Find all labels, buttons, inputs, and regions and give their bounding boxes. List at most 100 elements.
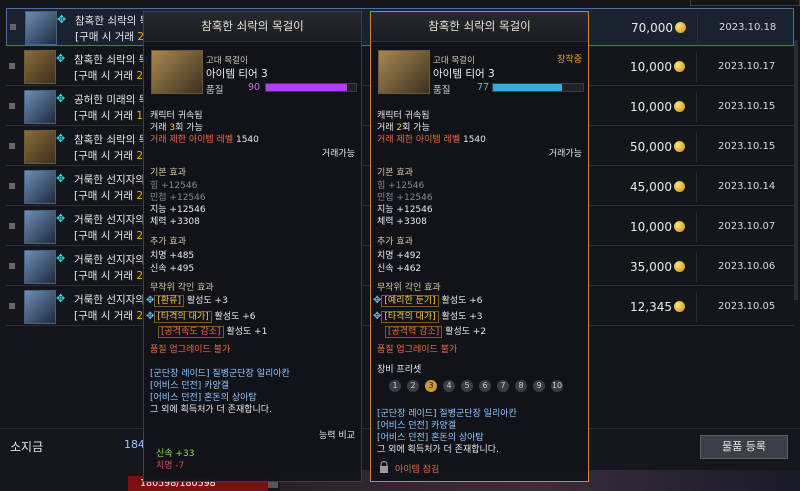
item-name: 거룩한 선지자의 <box>74 294 145 306</box>
gem-icon: ✥ <box>56 292 66 305</box>
gem-icon: ✥ <box>56 132 66 145</box>
item-icon <box>24 90 56 124</box>
engraving-2: ✥ [타격의 대가] 활성도 +3 <box>373 311 483 323</box>
base-effect-title: 기본 효과 <box>150 168 186 178</box>
item-type: 고대 목걸이 <box>206 56 248 66</box>
item-date: 2023.10.06 <box>718 261 776 272</box>
item-trade-info: [구매 시 거래 2호 <box>74 270 153 282</box>
no-upgrade-text: 품질 업그레이드 불가 <box>377 345 458 355</box>
checkbox[interactable]: ▪ <box>8 258 16 272</box>
preset-slot[interactable]: 9 <box>533 380 545 392</box>
item-tooltip-equipped: 참혹한 쇠락의 목걸이 장착중 고대 목걸이 아이템 티어 3 품질 77 캐릭… <box>370 11 589 482</box>
item-name: 참혹한 쇠락의 목 <box>74 54 149 66</box>
preset-slot[interactable]: 3 <box>425 380 437 392</box>
gold-coin-icon <box>674 61 685 72</box>
checkbox[interactable]: ▪ <box>8 58 16 72</box>
add-effect-swift: 신속 +495 <box>150 264 195 274</box>
preset-slot[interactable]: 5 <box>461 380 473 392</box>
engraving-1: ✥ [예리한 둔기] 활성도 +6 <box>373 295 483 307</box>
item-trade-info: [구매 시 거래 2호 <box>74 70 153 82</box>
item-name: 거룩한 선지자의 <box>74 214 145 226</box>
add-effect-swift: 신속 +462 <box>377 264 422 274</box>
gold-coin-icon <box>674 221 685 232</box>
add-effect-crit: 치명 +492 <box>377 251 422 261</box>
base-effect-vit: 체력 +3308 <box>150 217 200 227</box>
gold-coin-icon <box>674 141 685 152</box>
item-icon <box>24 250 56 284</box>
item-price: 35,000 <box>630 260 672 274</box>
item-name: 거룩한 선지자의 <box>74 174 145 186</box>
divider <box>697 13 698 43</box>
item-icon <box>24 50 56 84</box>
item-price: 70,000 <box>631 21 673 35</box>
checkbox[interactable]: ▪ <box>8 138 16 152</box>
preset-slot[interactable]: 7 <box>497 380 509 392</box>
quality-label: 품질 <box>433 85 451 96</box>
item-price: 50,000 <box>630 140 672 154</box>
tradeable-text: 거래가능 <box>548 149 582 159</box>
divider <box>696 52 697 82</box>
trade-level: 거래 제한 아이템 레벨 1540 <box>377 135 486 145</box>
engraving-2: ✥ [타격의 대가] 활성도 +6 <box>146 311 256 323</box>
add-effect-title: 추가 효과 <box>377 237 413 247</box>
item-price: 10,000 <box>630 60 672 74</box>
gem-icon: ✥ <box>56 92 66 105</box>
compare-crit: 치명 -7 <box>156 461 185 471</box>
quality-bar-fill <box>266 84 347 91</box>
base-effect-vit: 체력 +3308 <box>377 217 427 227</box>
item-trade-info: [구매 시 거래 2호 <box>74 150 153 162</box>
engraving-title: 무작위 각인 효과 <box>150 283 214 293</box>
lock-icon <box>380 461 388 473</box>
gold-coin-icon <box>674 261 685 272</box>
source-more: 그 외에 획득처가 더 존재합니다. <box>150 405 272 415</box>
preset-slot[interactable]: 4 <box>443 380 455 392</box>
no-upgrade-text: 품질 업그레이드 불가 <box>150 345 231 355</box>
preset-slot[interactable]: 1 <box>389 380 401 392</box>
necklace-icon <box>151 50 203 94</box>
item-price: 12,345 <box>630 300 672 314</box>
checkbox[interactable]: ▪ <box>8 298 16 312</box>
item-icon <box>25 11 57 45</box>
item-name: 공허한 미래의 목 <box>74 94 149 106</box>
item-name: 거룩한 선지자의 <box>74 254 145 266</box>
gem-icon: ✥ <box>56 252 66 265</box>
preset-slot[interactable]: 2 <box>407 380 419 392</box>
quality-bar <box>492 83 584 92</box>
checkbox[interactable]: ▪ <box>9 19 17 33</box>
item-date: 2023.10.14 <box>718 181 776 192</box>
checkbox[interactable]: ▪ <box>8 98 16 112</box>
item-date: 2023.10.15 <box>718 141 776 152</box>
preset-title: 장비 프리셋 <box>377 365 422 375</box>
divider <box>696 292 697 322</box>
add-effect-title: 추가 효과 <box>150 237 186 247</box>
quality-value: 77 <box>477 82 490 93</box>
quality-label: 품질 <box>206 85 224 96</box>
preset-list: 1 2 3 4 5 6 7 8 9 10 <box>389 380 569 392</box>
item-price: 10,000 <box>630 220 672 234</box>
quality-bar-fill <box>493 84 563 91</box>
equipped-badge: 장착중 <box>557 55 582 65</box>
gold-coin-icon <box>674 301 685 312</box>
tooltip-title: 참혹한 쇠락의 목걸이 <box>144 12 361 42</box>
gold-coin-icon <box>675 22 686 33</box>
item-name: 참혹한 쇠락의 목 <box>74 134 149 146</box>
item-date: 2023.10.07 <box>718 221 776 232</box>
compare-label: 능력 비교 <box>319 431 355 441</box>
item-date: 2023.10.05 <box>718 301 776 312</box>
add-effect-crit: 치명 +485 <box>150 251 195 261</box>
register-item-button[interactable]: 물품 등록 <box>700 435 788 459</box>
engraving-1: ✥ [환류] 활성도 +3 <box>146 295 228 307</box>
item-icon <box>24 130 56 164</box>
source-more: 그 외에 획득처가 더 존재합니다. <box>377 445 499 455</box>
preset-slot[interactable]: 8 <box>515 380 527 392</box>
item-price: 45,000 <box>630 180 672 194</box>
checkbox[interactable]: ▪ <box>8 218 16 232</box>
preset-slot[interactable]: 6 <box>479 380 491 392</box>
item-tooltip-hovered: 참혹한 쇠락의 목걸이 고대 목걸이 아이템 티어 3 품질 90 캐릭터 귀속… <box>143 11 362 482</box>
checkbox[interactable]: ▪ <box>8 178 16 192</box>
item-date: 2023.10.15 <box>718 101 776 112</box>
preset-slot[interactable]: 10 <box>551 380 563 392</box>
item-date: 2023.10.18 <box>719 22 777 33</box>
scrollbar[interactable] <box>794 40 798 300</box>
item-icon <box>24 290 56 324</box>
